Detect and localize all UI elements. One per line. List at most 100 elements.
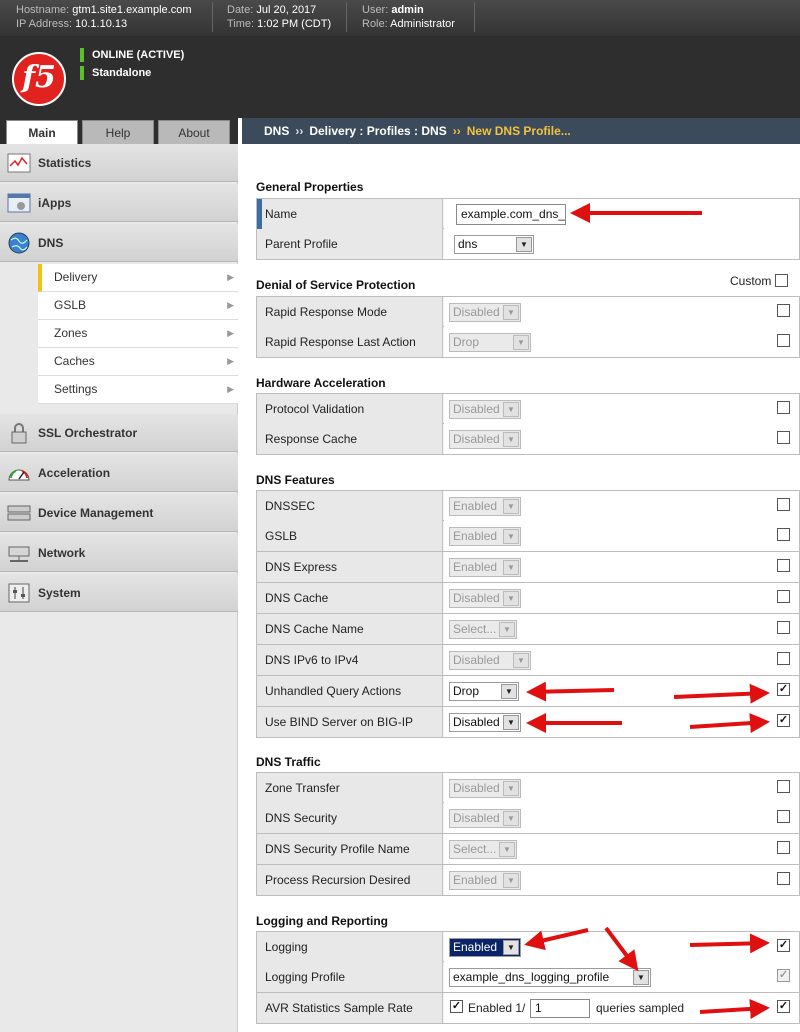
dns-security-select[interactable]: Disabled ▼ — [449, 809, 521, 828]
tab-main[interactable]: Main — [6, 120, 78, 144]
rapid-response-last-action-custom-checkbox[interactable] — [777, 334, 790, 347]
logging-select[interactable]: Enabled ▼ — [449, 938, 521, 957]
process-recursion-desired-select[interactable]: Enabled ▼ — [449, 871, 521, 890]
custom-all-checkbox[interactable] — [775, 274, 788, 287]
field-label: Name — [257, 199, 443, 229]
response-cache-select[interactable]: Disabled ▼ — [449, 430, 521, 449]
dropdown-arrow-icon: ▼ — [503, 811, 519, 826]
dns-express-custom-checkbox[interactable] — [777, 559, 790, 572]
select-value: Disabled — [453, 305, 500, 319]
unhandled-query-actions-custom-checkbox[interactable]: ✓ — [777, 683, 790, 696]
sidebar-item-device-management[interactable]: Device Management — [0, 494, 238, 532]
hostname-value: gtm1.site1.example.com — [72, 4, 192, 16]
sidebar-label: SSL Orchestrator — [38, 426, 138, 440]
process-recursion-desired-custom-checkbox[interactable] — [777, 872, 790, 885]
unhandled-query-actions-select[interactable]: Drop ▼ — [449, 682, 519, 701]
select-value: Disabled — [453, 591, 500, 605]
tab-help[interactable]: Help — [82, 120, 154, 144]
logging-custom-checkbox[interactable]: ✓ — [777, 939, 790, 952]
dns-cache-custom-checkbox[interactable] — [777, 590, 790, 603]
avr-custom-checkbox[interactable]: ✓ — [777, 1000, 790, 1013]
sidebar-item-dns[interactable]: DNS — [0, 224, 238, 262]
rapid-response-last-action-select[interactable]: Drop ▼ — [449, 333, 531, 352]
sidebar-sub-settings[interactable]: Settings ▶ — [38, 376, 238, 404]
row-dns-cache-name: DNS Cache Name Select... ▼ — [256, 614, 800, 645]
select-value: Enabled — [453, 529, 498, 543]
sidebar-sub-zones[interactable]: Zones ▶ — [38, 320, 238, 348]
dns-cache-name-custom-checkbox[interactable] — [777, 621, 790, 634]
use-bind-server-custom-checkbox[interactable]: ✓ — [777, 714, 790, 727]
dns-security-profile-name-select[interactable]: Select... ▼ — [449, 840, 517, 859]
sidebar-item-acceleration[interactable]: Acceleration — [0, 454, 238, 492]
value-cell: Disabled ▼ — [444, 583, 799, 613]
gslb-custom-checkbox[interactable] — [777, 528, 790, 541]
rapid-response-mode-select[interactable]: Disabled ▼ — [449, 303, 521, 322]
logging-profile-custom-checkbox[interactable]: ✓ — [777, 969, 790, 982]
value-cell: Drop ▼ — [444, 327, 799, 357]
parent-profile-select[interactable]: dns ▼ — [454, 235, 534, 254]
logging-profile-select[interactable]: example_dns_logging_profile ▼ — [449, 968, 651, 987]
dropdown-arrow-icon: ▼ — [503, 402, 519, 417]
breadcrumb-profiles[interactable]: Delivery : Profiles : DNS — [309, 124, 446, 138]
value-cell: Disabled ▼ — [444, 803, 799, 833]
sidebar-item-ssl-orchestrator[interactable]: SSL Orchestrator — [0, 414, 238, 452]
avr-enabled-checkbox[interactable]: ✓ — [450, 1000, 463, 1013]
sub-label: Caches — [54, 354, 95, 368]
chevron-right-icon: ▶ — [227, 384, 234, 394]
row-process-recursion-desired: Process Recursion Desired Enabled ▼ — [256, 865, 800, 896]
gslb-select[interactable]: Enabled ▼ — [449, 527, 521, 546]
time-value: 1:02 PM (CDT) — [257, 18, 332, 30]
dns-ipv6-to-ipv4-select[interactable]: Disabled ▼ — [449, 651, 531, 670]
divider — [474, 2, 475, 32]
field-label: DNSSEC — [257, 491, 443, 521]
dropdown-arrow-icon: ▼ — [503, 305, 519, 320]
sub-label: GSLB — [54, 298, 87, 312]
dns-cache-select[interactable]: Disabled ▼ — [449, 589, 521, 608]
tab-bar: Main Help About — [0, 118, 238, 144]
sidebar-sub-gslb[interactable]: GSLB ▶ — [38, 292, 238, 320]
value-cell: Disabled ▼ — [444, 394, 799, 424]
row-name: Name example.com_dns_ — [256, 198, 800, 229]
dropdown-arrow-icon: ▼ — [513, 653, 529, 668]
sidebar-item-network[interactable]: Network — [0, 534, 238, 572]
section-title-features: DNS Features — [256, 473, 335, 487]
select-value: Enabled — [453, 873, 498, 887]
dns-ipv6-to-ipv4-custom-checkbox[interactable] — [777, 652, 790, 665]
response-cache-custom-checkbox[interactable] — [777, 431, 790, 444]
dns-cache-name-select[interactable]: Select... ▼ — [449, 620, 517, 639]
protocol-validation-custom-checkbox[interactable] — [777, 401, 790, 414]
row-dns-express: DNS Express Enabled ▼ — [256, 552, 800, 583]
dnssec-custom-checkbox[interactable] — [777, 498, 790, 511]
dns-security-custom-checkbox[interactable] — [777, 810, 790, 823]
row-logging: Logging Enabled ▼ ✓ — [256, 931, 800, 962]
row-use-bind-server: Use BIND Server on BIG-IP Disabled ▼ ✓ — [256, 707, 800, 738]
tab-about[interactable]: About — [158, 120, 230, 144]
name-input[interactable]: example.com_dns_ — [456, 204, 566, 225]
value-cell: example.com_dns_ — [444, 199, 799, 229]
row-dns-security: DNS Security Disabled ▼ — [256, 803, 800, 834]
sidebar-sub-caches[interactable]: Caches ▶ — [38, 348, 238, 376]
sidebar-sub-delivery[interactable]: Delivery ▶ — [38, 264, 238, 292]
system-icon — [8, 583, 30, 603]
sidebar-item-statistics[interactable]: Statistics — [0, 144, 238, 182]
use-bind-server-select[interactable]: Disabled ▼ — [449, 713, 521, 732]
f5-logo[interactable]: f5 — [12, 52, 66, 106]
user-info: User: admin Role: Administrator — [362, 3, 455, 31]
breadcrumb-dns[interactable]: DNS — [264, 124, 289, 138]
zone-transfer-select[interactable]: Disabled ▼ — [449, 779, 521, 798]
field-label: DNS Security — [257, 803, 443, 833]
dnssec-select[interactable]: Enabled ▼ — [449, 497, 521, 516]
protocol-validation-select[interactable]: Disabled ▼ — [449, 400, 521, 419]
value-cell: Enabled ▼ — [444, 521, 799, 551]
value-cell: ✓ Enabled 1/ 1 queries sampled ✓ — [444, 993, 799, 1023]
dropdown-arrow-icon: ▼ — [513, 335, 529, 350]
avr-sample-rate-input[interactable]: 1 — [530, 999, 590, 1018]
rapid-response-mode-custom-checkbox[interactable] — [777, 304, 790, 317]
sidebar-item-system[interactable]: System — [0, 574, 238, 612]
sidebar-item-iapps[interactable]: iApps — [0, 184, 238, 222]
dns-security-profile-name-custom-checkbox[interactable] — [777, 841, 790, 854]
field-label: GSLB — [257, 521, 443, 551]
dns-express-select[interactable]: Enabled ▼ — [449, 558, 521, 577]
user-value: admin — [391, 4, 424, 16]
zone-transfer-custom-checkbox[interactable] — [777, 780, 790, 793]
